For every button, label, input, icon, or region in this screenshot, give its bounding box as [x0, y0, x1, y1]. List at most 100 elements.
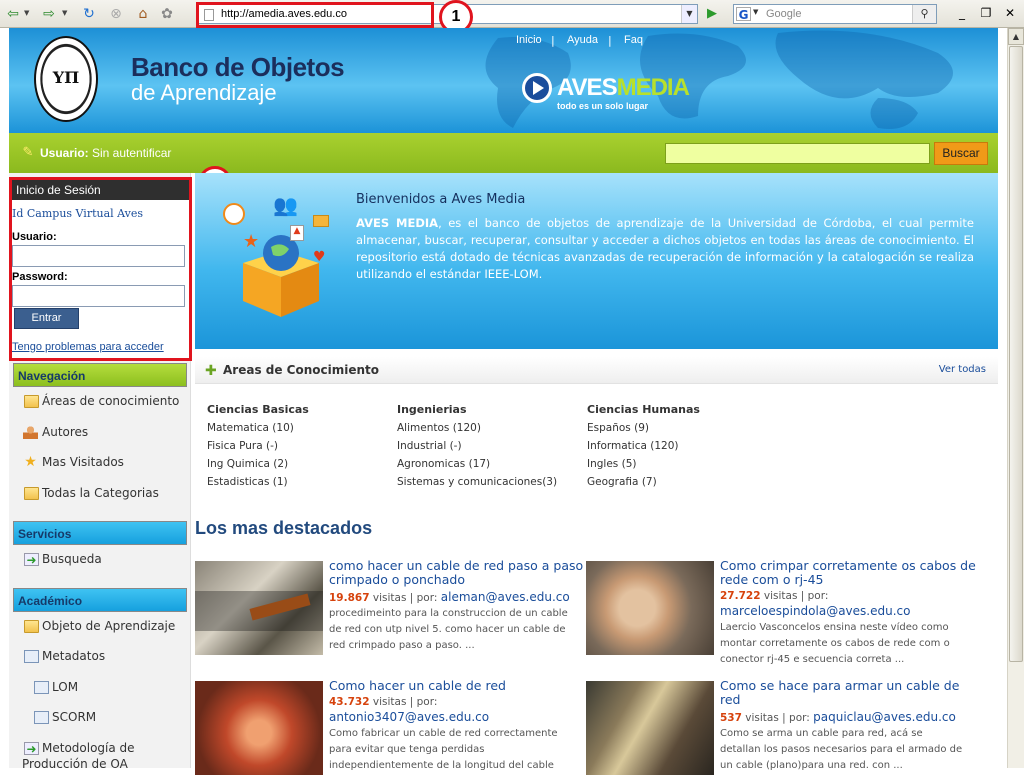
nav-link-inicio[interactable]: Inicio: [516, 34, 542, 46]
user-bar: ✎ Usuario: Sin autentificar Buscar: [9, 133, 998, 173]
username-input[interactable]: [12, 245, 185, 267]
nav-link-faq[interactable]: Faq: [624, 34, 643, 46]
minimize-icon[interactable]: _: [955, 6, 969, 20]
document-icon: ▲: [290, 225, 304, 241]
featured-title-link[interactable]: como hacer un cable de red paso a paso c…: [329, 559, 585, 587]
see-all-link[interactable]: Ver todas: [939, 364, 986, 375]
search-placeholder[interactable]: Google: [766, 8, 801, 20]
nav-metodologia[interactable]: Metodología de: [42, 741, 135, 755]
nav-metadatos[interactable]: Metadatos: [42, 649, 105, 663]
author-link[interactable]: aleman@aves.edu.co: [441, 590, 570, 604]
search-button[interactable]: Buscar: [934, 142, 988, 165]
puzzle-icon: ✚: [205, 363, 217, 379]
nav-busqueda[interactable]: Busqueda: [42, 552, 102, 566]
featured-title: Los mas destacados: [195, 518, 373, 538]
featured-title-link[interactable]: Como se hace para armar un cable de red: [720, 679, 976, 707]
area-link[interactable]: Industrial (-): [397, 440, 577, 458]
area-link[interactable]: Agronomicas (17): [397, 458, 577, 476]
password-label: Password:: [12, 271, 68, 283]
area-link[interactable]: Ingles (5): [587, 458, 767, 476]
star-icon: ★: [243, 231, 260, 252]
go-icon[interactable]: ▶: [702, 5, 722, 23]
addons-icon[interactable]: ✿: [158, 5, 176, 23]
area-heading: Ciencias Humanas: [587, 403, 700, 416]
featured-meta: 43.732 visitas | por:: [329, 696, 438, 708]
login-panel: Inicio de Sesión Id Campus Virtual Aves …: [9, 177, 192, 361]
reload-icon[interactable]: ↻: [80, 5, 98, 23]
video-thumbnail[interactable]: [195, 681, 323, 775]
scroll-thumb[interactable]: [1009, 46, 1023, 662]
area-link[interactable]: Españos (9): [587, 422, 767, 440]
back-icon[interactable]: ⇦: [4, 5, 22, 23]
url-dropdown-icon[interactable]: ▼: [681, 5, 697, 23]
section-navegacion: Navegación: [13, 363, 187, 387]
featured-item: Como crimpar corretamente os cabos de re…: [586, 559, 976, 665]
magnifier-icon[interactable]: ⚲: [912, 5, 936, 23]
username-label: Usuario:: [12, 231, 57, 243]
forward-dropdown-icon[interactable]: ▼: [62, 9, 67, 17]
nav-lom[interactable]: LOM: [52, 680, 78, 694]
nav-categorias[interactable]: Todas la Categorias: [42, 486, 159, 500]
vertical-scrollbar[interactable]: ▲: [1007, 28, 1024, 768]
nav-objeto-aprendizaje[interactable]: Objeto de Aprendizaje: [42, 619, 175, 633]
folder-icon: [313, 215, 329, 227]
close-icon[interactable]: ✕: [1003, 6, 1017, 20]
welcome-title: Bienvenidos a Aves Media: [356, 192, 526, 207]
back-dropdown-icon[interactable]: ▼: [24, 9, 29, 17]
stop-icon[interactable]: ⊗: [107, 5, 125, 23]
nav-metodologia-line2[interactable]: Producción de OA: [22, 757, 128, 771]
video-thumbnail[interactable]: [586, 561, 714, 655]
area-column: Ciencias Humanas Españos (9) Informatica…: [587, 403, 767, 494]
user-key-icon: ✎: [22, 145, 34, 160]
nav-autores[interactable]: Autores: [42, 425, 88, 439]
area-link[interactable]: Informatica (120): [587, 440, 767, 458]
area-link[interactable]: Sistemas y comunicaciones(3): [397, 476, 577, 494]
methodology-icon: ➜: [24, 742, 39, 756]
area-link[interactable]: Ing Quimica (2): [207, 458, 387, 476]
area-link[interactable]: Alimentos (120): [397, 422, 577, 440]
login-button[interactable]: Entrar: [14, 308, 79, 329]
site-search-input[interactable]: [665, 143, 930, 164]
restore-icon[interactable]: ❐: [979, 6, 993, 20]
nav-mas-visitados[interactable]: Mas Visitados: [42, 455, 124, 469]
author-link[interactable]: antonio3407@aves.edu.co: [329, 710, 489, 724]
featured-description: Laercio Vasconcelos ensina neste vídeo c…: [720, 622, 950, 665]
browser-search-bar[interactable]: G ▼ Google ⚲: [733, 4, 937, 24]
nav-scorm[interactable]: SCORM: [52, 710, 96, 724]
scroll-up-icon[interactable]: ▲: [1008, 28, 1024, 45]
forward-icon[interactable]: ⇨: [40, 5, 58, 23]
section-servicios: Servicios: [13, 521, 187, 545]
featured-meta: 537 visitas | por: paquiclau@aves.edu.co: [720, 710, 956, 724]
home-icon[interactable]: ⌂: [134, 5, 152, 23]
google-icon[interactable]: G: [736, 7, 751, 22]
featured-title-link[interactable]: Como hacer un cable de red: [329, 679, 585, 693]
area-link[interactable]: Matematica (10): [207, 422, 387, 440]
authors-icon: [23, 426, 38, 439]
featured-item: como hacer un cable de red paso a paso c…: [195, 559, 585, 656]
site-subtitle: de Aprendizaje: [131, 80, 277, 105]
nav-areas[interactable]: Áreas de conocimiento: [42, 394, 179, 408]
site-title: Banco de Objetos: [131, 52, 345, 82]
section-academico: Académico: [13, 588, 187, 612]
author-link[interactable]: marceloespindola@aves.edu.co: [720, 604, 910, 618]
areas-title: Areas de Conocimiento: [223, 363, 380, 377]
featured-title-link[interactable]: Como crimpar corretamente os cabos de re…: [720, 559, 976, 587]
area-link[interactable]: Geografia (7): [587, 476, 767, 494]
area-link[interactable]: Fisica Pura (-): [207, 440, 387, 458]
login-help-link[interactable]: Tengo problemas para acceder: [12, 341, 164, 353]
campus-virtual-link[interactable]: Id Campus Virtual Aves: [12, 207, 143, 220]
welcome-banner: 👥 ★ ▲ ♥ Bienvenidos a Aves Media AVES ME…: [195, 173, 998, 349]
password-input[interactable]: [12, 285, 185, 307]
left-sidebar: Inicio de Sesión Id Campus Virtual Aves …: [9, 173, 192, 771]
search-engine-dropdown-icon[interactable]: ▼: [753, 8, 758, 16]
brand-tagline: todo es un solo lugar: [557, 101, 649, 111]
author-link[interactable]: paquiclau@aves.edu.co: [813, 710, 956, 724]
area-link[interactable]: Estadisticas (1): [207, 476, 387, 494]
featured-item: Como se hace para armar un cable de red …: [586, 679, 976, 776]
people-icon: 👥: [273, 193, 298, 217]
nav-link-ayuda[interactable]: Ayuda: [567, 34, 598, 46]
video-thumbnail[interactable]: [586, 681, 714, 775]
search-arrow-icon: ➜: [24, 553, 39, 567]
video-thumbnail[interactable]: [195, 561, 323, 655]
metadata-icon: [24, 650, 39, 663]
